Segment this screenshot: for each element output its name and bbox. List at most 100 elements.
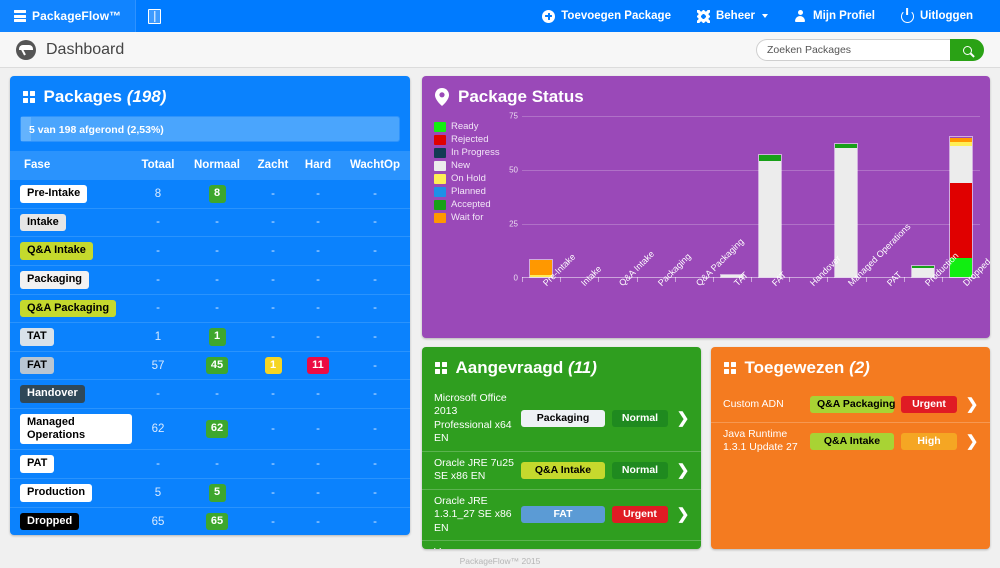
docs-button[interactable] <box>136 0 173 32</box>
phase-badge: Q&A Intake <box>20 242 93 260</box>
chevron-right-icon[interactable]: ❯ <box>675 463 691 478</box>
grid-squares-icon <box>435 362 447 374</box>
row-phase-cell: Pre-Intake <box>10 179 132 209</box>
row-wachtop-cell: - <box>340 408 410 450</box>
chart-legend: Ready Rejected In Progress New On Hold Planne… <box>434 116 500 316</box>
list-item[interactable]: Vmware WorkstationTATHigh❯ <box>422 539 701 549</box>
x-label-slot: Production <box>904 251 960 316</box>
nav-item-mijn-profiel[interactable]: Mijn Profiel <box>781 0 888 32</box>
page-title: Dashboard <box>46 40 125 58</box>
legend-item[interactable]: In Progress <box>434 147 500 158</box>
legend-item[interactable]: Accepted <box>434 199 500 210</box>
chevron-down-icon <box>761 14 768 18</box>
row-hard-cell: - <box>296 408 340 450</box>
legend-item[interactable]: Ready <box>434 121 500 132</box>
brand-logo[interactable]: PackageFlow™ <box>0 0 136 32</box>
packages-progress-label: 5 van 198 afgerond (2,53%) <box>29 124 164 136</box>
right-column: Package Status Ready Rejected In Progress N… <box>422 76 990 549</box>
list-item[interactable]: Microsoft Office 2013 Professional x64 E… <box>422 387 701 451</box>
chart-x-labels: Pre-Intake Intake Q&A Intake Packaging Q&A P… <box>522 222 990 316</box>
count-badge: 8 <box>208 185 226 203</box>
column-header-hard: Hard <box>296 151 340 180</box>
left-column: Packages (198) 5 van 198 afgerond (2,53%… <box>10 76 410 549</box>
legend-item[interactable]: Rejected <box>434 134 500 145</box>
list-item-name: Vmware Workstation <box>434 546 514 549</box>
row-totaal-cell: - <box>132 207 184 237</box>
row-zacht-cell: - <box>250 478 296 508</box>
chart-bars <box>522 116 980 282</box>
row-wachtop-cell: - <box>340 236 410 266</box>
row-phase-cell: PAT <box>10 449 132 479</box>
table-row[interactable]: PAT - - - - - <box>10 449 410 479</box>
table-row[interactable]: Q&A Packaging - - - - - <box>10 293 410 323</box>
phase-badge: Managed Operations <box>20 414 132 445</box>
row-totaal-cell: - <box>132 236 184 266</box>
chevron-right-icon[interactable]: ❯ <box>964 434 980 449</box>
list-item[interactable]: Java Runtime 1.3.1 Update 27 Q&A Intake Hi… <box>711 422 990 460</box>
list-item[interactable]: Custom ADN Q&A Packaging Urgent ❯ <box>711 387 990 422</box>
row-wachtop-cell: - <box>340 506 410 536</box>
row-zacht-cell: - <box>250 322 296 352</box>
count-badge: 45 <box>205 356 229 375</box>
bar[interactable] <box>758 153 783 279</box>
row-wachtop-cell: - <box>340 449 410 479</box>
chevron-right-icon[interactable]: ❯ <box>675 411 691 426</box>
table-row[interactable]: TAT 1 1- - - <box>10 322 410 352</box>
table-row[interactable]: Dropped 65 65- - - <box>10 506 410 536</box>
nav-item-beheer[interactable]: Beheer <box>684 0 781 32</box>
count-badge: 65 <box>205 512 229 531</box>
legend-item[interactable]: New <box>434 160 500 171</box>
table-row[interactable]: Managed Operations 62 62- - - <box>10 408 410 450</box>
row-wachtop-cell: - <box>340 379 410 409</box>
packages-panel-header: Packages (198) <box>10 76 410 116</box>
list-item[interactable]: Oracle JRE 7u25 SE x86 EN Q&A Intake Norma… <box>422 450 701 489</box>
table-row[interactable]: Pre-Intake 8 8- - - <box>10 179 410 209</box>
nav-item-uitloggen[interactable]: Uitloggen <box>888 0 986 32</box>
search-button[interactable] <box>950 39 984 61</box>
row-phase-cell: Q&A Intake <box>10 236 132 266</box>
list-item-name: Oracle JRE 1.3.1_27 SE x86 EN <box>434 494 512 534</box>
legend-item[interactable]: On Hold <box>434 173 500 184</box>
legend-label: Ready <box>451 121 479 132</box>
list-item-name: Microsoft Office 2013 Professional x64 E… <box>434 392 512 445</box>
toegewezen-count: (2) <box>849 358 870 377</box>
table-row[interactable]: FAT 57 45 1 11- <box>10 350 410 380</box>
row-phase-cell: Packaging <box>10 264 132 295</box>
legend-item[interactable]: Wait for <box>434 212 500 223</box>
chart-y-axis: 0 25 50 75 <box>500 112 520 283</box>
row-hard-cell: 11 <box>296 350 340 380</box>
table-row[interactable]: Intake - - - - - <box>10 207 410 237</box>
x-label-slot: TAT <box>713 270 751 316</box>
chart-grid-area <box>522 116 980 282</box>
row-phase-cell: Dropped <box>10 506 132 536</box>
chevron-right-icon[interactable]: ❯ <box>675 507 691 522</box>
grid-squares-icon <box>724 362 736 374</box>
nav-item-toevoegen-package[interactable]: Toevoegen Package <box>529 0 684 32</box>
chevron-right-icon[interactable]: ❯ <box>964 397 980 412</box>
legend-swatch <box>434 212 446 223</box>
column-header-wachtop: WachtOp <box>340 151 410 180</box>
row-normaal-cell: 65 <box>184 506 250 536</box>
row-zacht-cell: - <box>250 179 296 209</box>
table-row[interactable]: Packaging - - - - - <box>10 264 410 295</box>
package-status-chart: Ready Rejected In Progress New On Hold Planne… <box>422 112 990 316</box>
legend-label: Accepted <box>451 199 491 210</box>
bar-slot <box>560 116 598 282</box>
legend-item[interactable]: Planned <box>434 186 500 197</box>
row-zacht-cell: - <box>250 236 296 266</box>
list-item-name: Custom ADN <box>723 397 784 410</box>
list-panels: Aangevraagd (11) Microsoft Office 2013 P… <box>422 347 990 549</box>
phase-badge: TAT <box>20 328 54 346</box>
row-zacht-cell: - <box>250 506 296 536</box>
table-row[interactable]: Production 5 5- - - <box>10 478 410 508</box>
table-row[interactable]: Q&A Intake - - - - - <box>10 236 410 266</box>
list-item[interactable]: Oracle JRE 1.3.1_27 SE x86 EN FAT Urgent ❯ <box>422 488 701 540</box>
row-totaal-cell: 65 <box>132 506 184 536</box>
row-normaal-cell: 45 <box>184 350 250 380</box>
stage-badge: FAT <box>521 506 605 524</box>
search-input[interactable] <box>756 39 950 61</box>
legend-swatch <box>434 199 446 210</box>
stage-badge: Q&A Intake <box>521 461 605 479</box>
phase-badge: FAT <box>20 356 54 375</box>
table-row[interactable]: Handover - - - - - <box>10 379 410 409</box>
